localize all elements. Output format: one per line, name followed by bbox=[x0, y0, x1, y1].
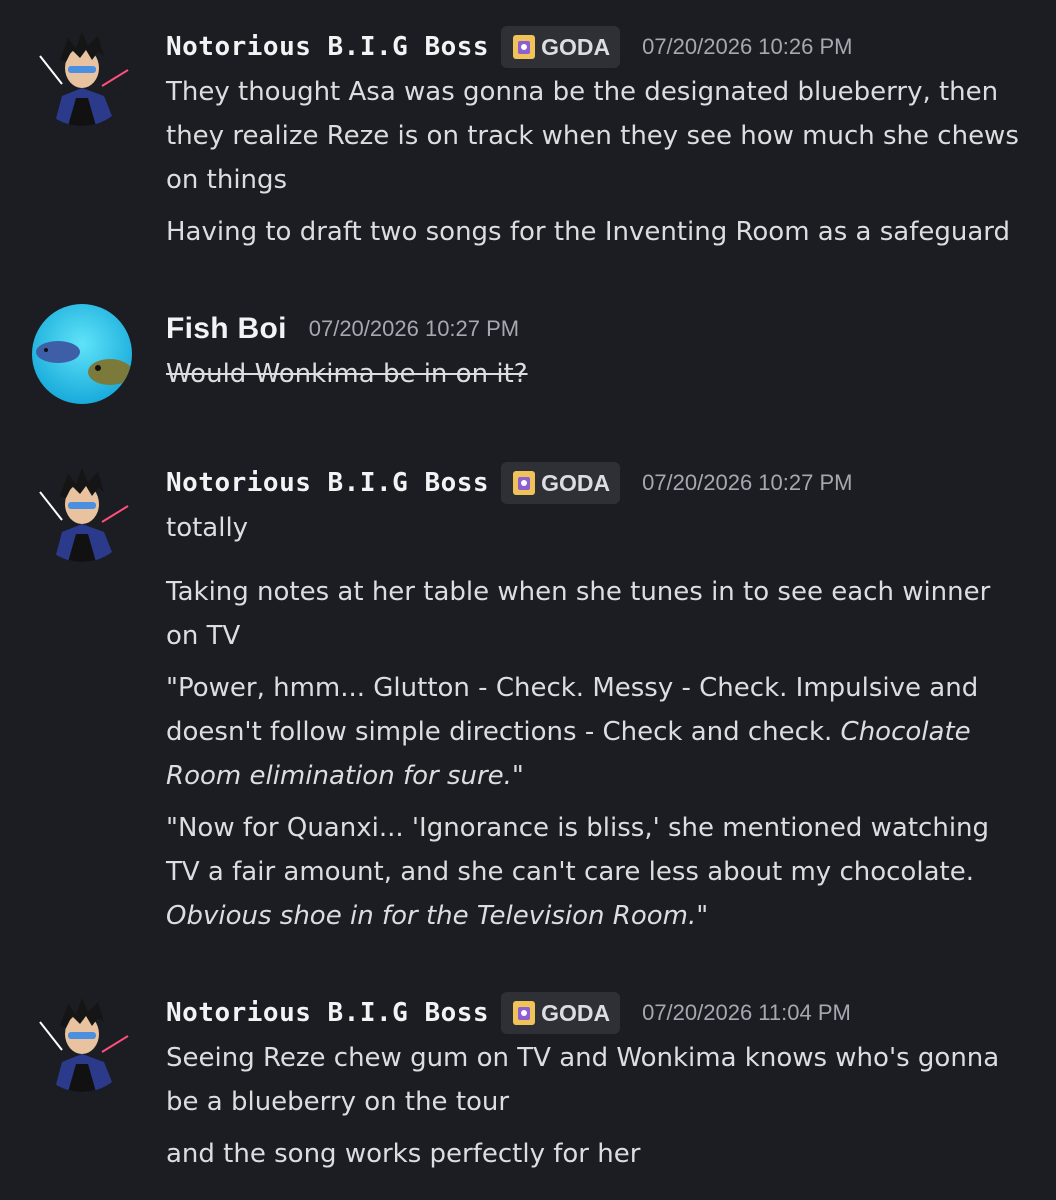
message-text: doesn't follow simple directions - Check… bbox=[166, 710, 1046, 754]
message-text: Seeing Reze chew gum on TV and Wonkima k… bbox=[166, 1043, 1000, 1073]
message-text: Having to draft two songs for the Invent… bbox=[166, 217, 1011, 247]
message-text: on things bbox=[166, 165, 288, 195]
avatar[interactable] bbox=[32, 26, 132, 126]
timestamp[interactable]: 07/20/2026 11:04 PM bbox=[642, 1000, 851, 1026]
message-header: Notorious B.I.G Boss GODA 07/20/2026 10:… bbox=[166, 460, 852, 506]
message-text: totally bbox=[166, 513, 249, 543]
guild-tag[interactable]: GODA bbox=[501, 26, 621, 68]
crown-icon bbox=[513, 471, 536, 495]
crown-icon bbox=[513, 35, 536, 59]
message-text: be a blueberry on the tour bbox=[166, 1087, 510, 1117]
timestamp[interactable]: 07/20/2026 10:27 PM bbox=[642, 470, 852, 496]
message-header: Notorious B.I.G Boss GODA 07/20/2026 10:… bbox=[166, 24, 852, 70]
timestamp[interactable]: 07/20/2026 10:27 PM bbox=[309, 316, 519, 342]
message-header: Fish Boi 07/20/2026 10:27 PM bbox=[166, 306, 519, 352]
message-text-italic: Room elimination for sure." bbox=[166, 761, 524, 791]
message-text-italic: Obvious shoe in for the Television Room.… bbox=[166, 901, 709, 931]
message-text-strikethrough: Would Wonkima be in on it? bbox=[166, 359, 528, 389]
message-text: "Power, hmm... Glutton - Check. Messy - … bbox=[166, 673, 979, 703]
guild-tag-text: GODA bbox=[541, 469, 611, 496]
guild-tag[interactable]: GODA bbox=[501, 462, 621, 504]
guild-tag-text: GODA bbox=[541, 33, 611, 60]
message-text: Obvious shoe in for the Television Room.… bbox=[166, 894, 1046, 938]
message-text: and the song works perfectly for her bbox=[166, 1139, 641, 1169]
username[interactable]: Fish Boi bbox=[166, 312, 287, 346]
message-text: they realize Reze is on track when they … bbox=[166, 121, 1019, 151]
message-text: They thought Asa was gonna be the design… bbox=[166, 77, 999, 107]
message-text: Room elimination for sure." bbox=[166, 754, 1046, 798]
message-text: Taking notes at her table when she tunes… bbox=[166, 577, 991, 607]
chat-log: Notorious B.I.G Boss GODA 07/20/2026 10:… bbox=[0, 0, 1056, 1200]
username[interactable]: Notorious B.I.G Boss bbox=[166, 32, 489, 62]
crown-icon bbox=[513, 1001, 536, 1025]
message-text: TV a fair amount, and she can't care les… bbox=[166, 857, 974, 887]
timestamp[interactable]: 07/20/2026 10:26 PM bbox=[642, 34, 852, 60]
avatar[interactable] bbox=[32, 304, 132, 404]
message-text: on TV bbox=[166, 621, 241, 651]
avatar[interactable] bbox=[32, 992, 132, 1092]
message-text-segment: doesn't follow simple directions - Check… bbox=[166, 717, 841, 747]
guild-tag[interactable]: GODA bbox=[501, 992, 621, 1034]
username[interactable]: Notorious B.I.G Boss bbox=[166, 468, 489, 498]
message-header: Notorious B.I.G Boss GODA 07/20/2026 11:… bbox=[166, 990, 851, 1036]
message-text: "Now for Quanxi... 'Ignorance is bliss,'… bbox=[166, 813, 990, 843]
avatar[interactable] bbox=[32, 462, 132, 562]
message-text-italic: Chocolate bbox=[840, 717, 971, 747]
guild-tag-text: GODA bbox=[541, 999, 611, 1026]
username[interactable]: Notorious B.I.G Boss bbox=[166, 998, 489, 1028]
